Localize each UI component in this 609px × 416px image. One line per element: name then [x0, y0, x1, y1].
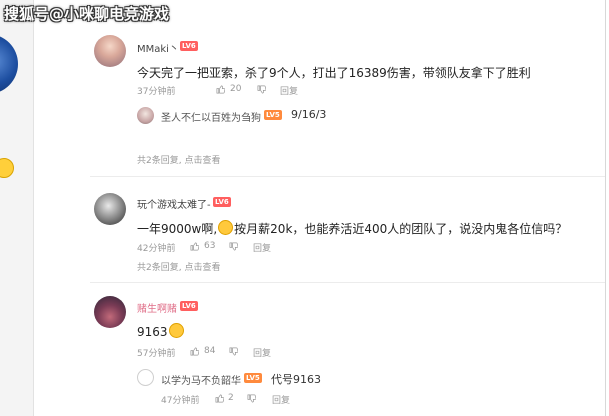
avatar[interactable] [94, 35, 126, 67]
dislike-icon[interactable] [229, 242, 238, 251]
reply-text: 9/16/3 [291, 108, 327, 121]
watermark: 搜狐号@小咪聊电竞游戏 [4, 5, 170, 23]
reply-avatar[interactable] [137, 107, 154, 124]
reply-text: 代号9163 [271, 373, 321, 386]
level-badge: LV5 [244, 373, 262, 383]
divider [90, 282, 605, 283]
comment-text-part: 一年9000w啊, [137, 222, 218, 236]
comment-text: 一年9000w啊, 按月薪20k，也能养活近400人的团队了，说没内鬼各位信吗？ [137, 220, 567, 237]
reply-button[interactable]: 回复 [253, 241, 271, 254]
divider [90, 176, 605, 177]
comment-author[interactable]: 玩个游戏太难了- [137, 196, 211, 211]
reply-button[interactable]: 回复 [280, 84, 298, 97]
comment-time: 57分钟前 [137, 349, 176, 359]
right-divider [605, 0, 606, 416]
reply-author[interactable]: 圣人不仁以百姓为刍狗 [161, 109, 261, 124]
like-count: 20 [230, 84, 242, 94]
like-count: 63 [204, 241, 216, 251]
dislike-icon[interactable] [247, 394, 256, 403]
comment-text: 今天完了一把亚索，杀了9个人，打出了16389伤害，带领队友拿下了胜利 [137, 66, 531, 80]
smile-emoji-icon [0, 158, 14, 178]
like-count: 2 [228, 393, 234, 403]
level-badge: LV6 [180, 41, 198, 51]
avatar[interactable] [94, 193, 126, 225]
view-replies-link[interactable]: 共2条回复, 点击查看 [137, 260, 220, 273]
like-count: 84 [204, 346, 216, 356]
level-badge: LV6 [180, 301, 198, 311]
left-panel [0, 0, 34, 416]
avatar[interactable] [94, 296, 126, 328]
comment-text-part: 9163 [137, 325, 168, 339]
comment-text: 9163 [137, 323, 185, 339]
like-icon[interactable] [190, 242, 199, 251]
reply-avatar[interactable] [137, 369, 154, 386]
reply-button[interactable]: 回复 [272, 393, 290, 406]
reply-author[interactable]: 以学为马不负韶华 [161, 372, 241, 387]
view-replies-link[interactable]: 共2条回复, 点击查看 [137, 153, 220, 166]
reply-time: 47分钟前 [161, 396, 200, 406]
comment-time: 42分钟前 [137, 244, 176, 254]
comment-author[interactable]: 赌生啊赌 [137, 300, 177, 315]
like-icon[interactable] [215, 394, 224, 403]
comment-text-part: 按月薪20k，也能养活近400人的团队了，说没内鬼各位信吗？ [234, 222, 568, 236]
level-badge: LV5 [264, 110, 282, 120]
reply-button[interactable]: 回复 [253, 346, 271, 359]
dislike-icon[interactable] [229, 347, 238, 356]
level-badge: LV6 [213, 197, 231, 207]
left-avatar-partial [0, 34, 18, 94]
laugh-emoji-icon [168, 323, 184, 338]
like-icon[interactable] [190, 347, 199, 356]
grin-emoji-icon [218, 220, 234, 235]
like-icon[interactable] [216, 85, 225, 94]
comment-author[interactable]: MMaki丶 [137, 40, 179, 55]
comment-time: 37分钟前 [137, 87, 176, 97]
dislike-icon[interactable] [257, 85, 266, 94]
